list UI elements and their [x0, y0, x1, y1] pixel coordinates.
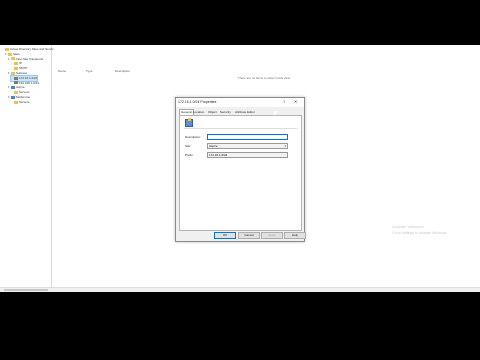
tab-object[interactable]: Object [208, 110, 217, 114]
tree-item-label: Sites [13, 51, 20, 56]
folder-icon [11, 57, 15, 61]
column-type[interactable]: Type [86, 69, 93, 73]
general-tab-panel: Description: Site: Aspire Prefix: 172.16… [179, 115, 302, 231]
ok-button[interactable]: OK [214, 232, 236, 239]
help-icon[interactable]: ? [283, 99, 285, 104]
site-select[interactable]: Aspire [207, 143, 288, 149]
activation-watermark: Activate Windows Go to Settings to activ… [392, 224, 447, 236]
folder-icon [5, 47, 9, 51]
watermark-line2: Go to Settings to activate Windows. [392, 231, 448, 235]
apply-button[interactable]: Apply [261, 232, 283, 239]
subnet-icon [14, 81, 18, 85]
folder-icon [14, 100, 18, 104]
subnet-icon [185, 118, 193, 127]
dialog-title: 172.16.1.0/24 Properties [178, 100, 217, 104]
tree-item-label: Servers [19, 99, 30, 104]
site-label: Site: [185, 144, 192, 148]
tree-item-label: 172.16.1.0/24 [19, 75, 38, 80]
tab-attribute-editor[interactable]: Attribute Editor [235, 110, 255, 114]
column-description[interactable]: Description [115, 69, 130, 73]
site-value: Aspire [209, 144, 218, 148]
tab-location[interactable]: Location [193, 110, 204, 114]
prefix-field: 172.16.1.0/24 [207, 152, 288, 158]
column-name[interactable]: Name [58, 69, 66, 73]
horizontal-scrollbar[interactable] [0, 287, 480, 292]
tree-item-label: Aspire [16, 85, 25, 90]
prefix-label: Prefix: [185, 153, 194, 157]
folder-icon [14, 66, 18, 70]
tree-item-label: Subnets [16, 71, 28, 75]
folder-icon [11, 71, 15, 75]
tree-item[interactable]: Servers [11, 100, 29, 105]
close-icon[interactable]: ✕ [294, 99, 297, 104]
tree-item-label: Active Directory Sites and Servic [10, 47, 54, 51]
cancel-button[interactable]: Cancel [238, 232, 260, 239]
divider [184, 128, 297, 129]
dialog-titlebar[interactable]: 172.16.1.0/24 Properties ? ✕ [176, 98, 304, 107]
console-tree: Active Directory Sites and Servic ▾ Sites ▾… [0, 45, 54, 292]
list-header: Name Type Description [53, 69, 473, 74]
description-field[interactable] [207, 134, 288, 140]
folder-icon [14, 90, 18, 94]
tree-item-label: SMTP [19, 66, 28, 71]
folder-icon [14, 62, 18, 66]
subnet-icon [14, 76, 18, 80]
site-icon [11, 95, 15, 99]
tree-item-label: Melbourne [16, 95, 31, 99]
properties-dialog: 172.16.1.0/24 Properties ? ✕ General Loc… [175, 97, 306, 242]
empty-list-message: There are no items to show in this view. [238, 76, 291, 80]
description-label: Description: [185, 135, 201, 139]
folder-icon [8, 52, 12, 56]
help-button[interactable]: Help [284, 232, 306, 239]
tree-item-label: Inter-Site Transports [16, 56, 44, 61]
scrollbar-thumb[interactable] [4, 289, 48, 291]
tree-item-label: Servers [19, 90, 30, 95]
tree-item-label: 192.168.1.0/24 [19, 80, 40, 85]
tab-security[interactable]: Security [220, 110, 231, 114]
site-icon [11, 86, 15, 90]
tree-item-label: IP [19, 61, 22, 66]
